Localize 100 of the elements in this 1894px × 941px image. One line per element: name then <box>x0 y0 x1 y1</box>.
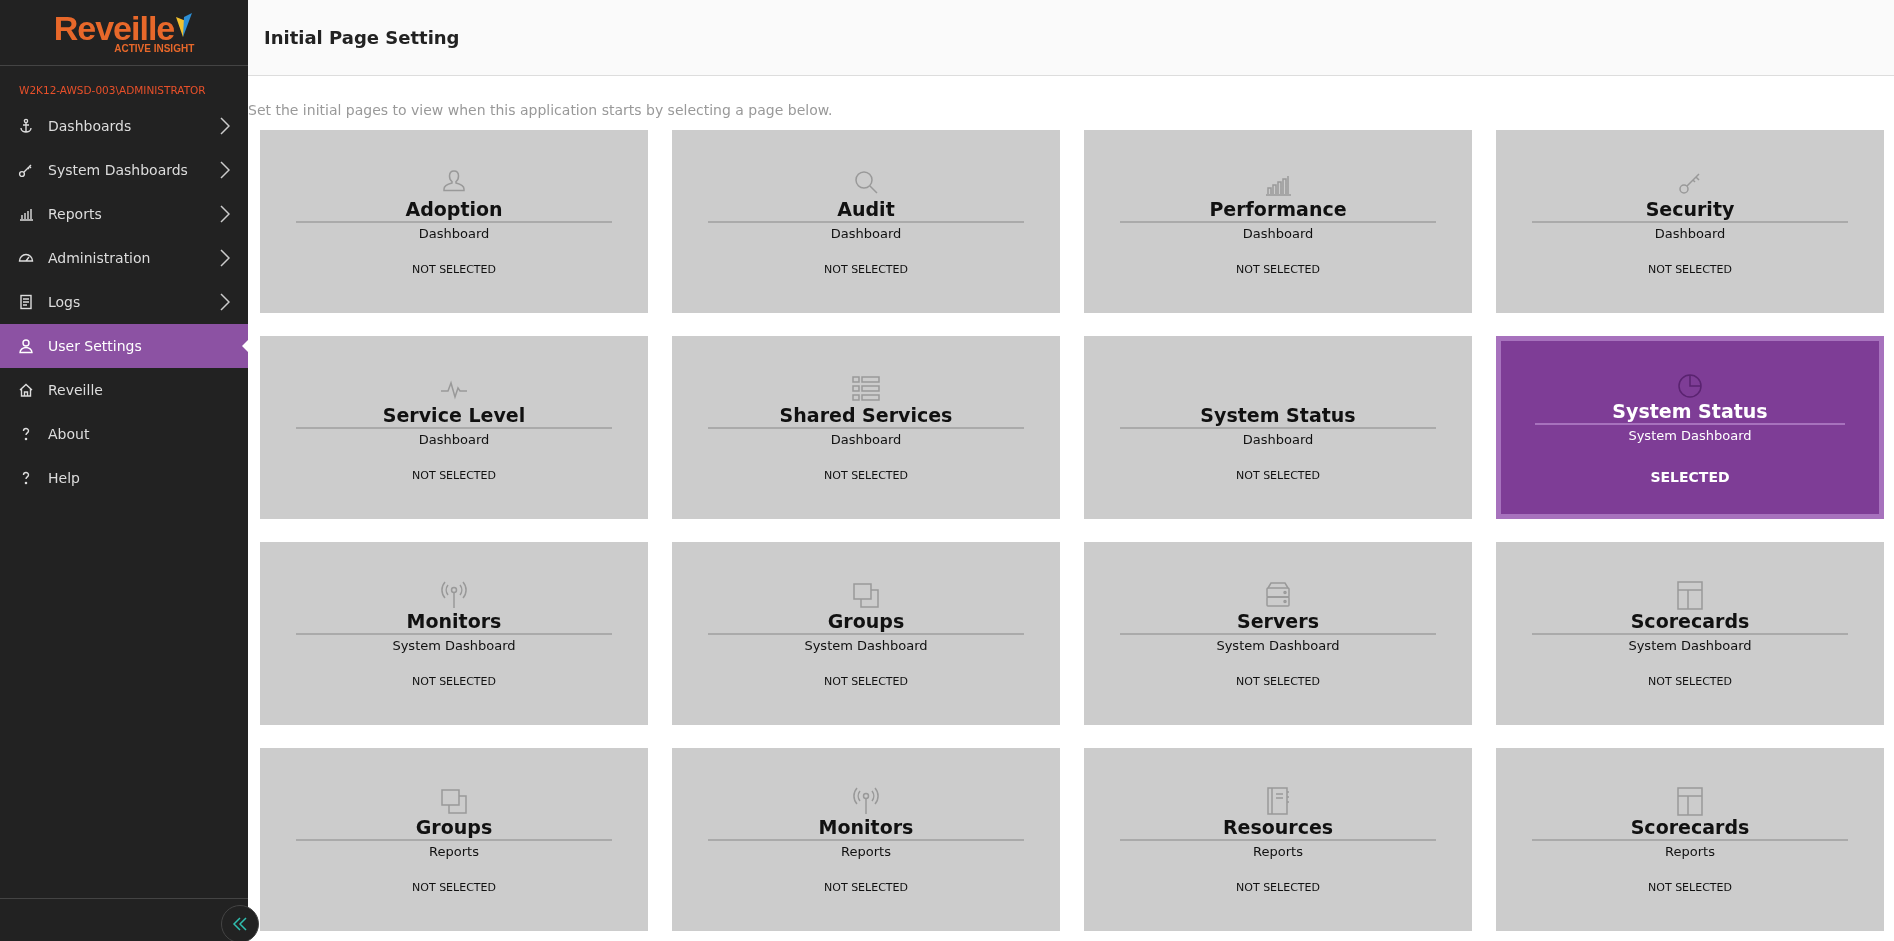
card-title: Groups <box>415 815 493 838</box>
description: Set the initial pages to view when this application starts by selecting a page below. <box>248 101 834 120</box>
card-title: Scorecards <box>1630 815 1750 838</box>
page-card[interactable]: Adoption Dashboard NOT SELECTED <box>260 130 648 313</box>
card-title: Performance <box>1209 197 1347 220</box>
card-title: Monitors <box>818 815 914 838</box>
scorecard-icon <box>1675 579 1705 610</box>
page-card[interactable]: Monitors Reports NOT SELECTED <box>672 748 1060 931</box>
key-icon <box>18 162 34 178</box>
card-title: System Status <box>1200 403 1356 426</box>
card-status: NOT SELECTED <box>824 262 908 276</box>
card-status: NOT SELECTED <box>824 880 908 894</box>
page-title: Initial Page Setting <box>264 27 460 48</box>
document-icon <box>18 294 34 310</box>
card-type: Dashboard <box>1242 225 1314 241</box>
home-icon <box>18 382 34 398</box>
nav-item[interactable]: About <box>0 412 248 456</box>
page-card[interactable]: System Status Dashboard NOT SELECTED <box>1084 336 1472 519</box>
nav-label: System Dashboards <box>48 162 189 178</box>
card-status: NOT SELECTED <box>412 468 496 482</box>
page-card[interactable]: Service Level Dashboard NOT SELECTED <box>260 336 648 519</box>
card-type: Dashboard <box>418 431 490 447</box>
scorecard-icon <box>1675 785 1705 816</box>
nav-item[interactable]: System Dashboards <box>0 148 248 192</box>
nav-item[interactable]: Logs <box>0 280 248 324</box>
card-type: System Dashboard <box>1628 637 1752 653</box>
page-card[interactable]: Groups Reports NOT SELECTED <box>260 748 648 931</box>
double-chevron-left-icon <box>232 916 248 932</box>
page-card[interactable]: Groups System Dashboard NOT SELECTED <box>672 542 1060 725</box>
card-title: Scorecards <box>1630 609 1750 632</box>
nav-label: User Settings <box>48 338 143 354</box>
card-title: Adoption <box>405 197 503 220</box>
brand-name: Reveille <box>53 11 175 45</box>
nav-label: About <box>48 426 91 442</box>
card-title: Resources <box>1222 815 1334 838</box>
nav-label: Administration <box>48 250 152 266</box>
anchor-icon <box>18 118 34 134</box>
nav-label: Reveille <box>48 382 104 398</box>
page-card[interactable]: Shared Services Dashboard NOT SELECTED <box>672 336 1060 519</box>
card-type: Dashboard <box>830 225 902 241</box>
card-title: System Status <box>1612 400 1768 422</box>
nav-item[interactable]: User Settings <box>0 324 248 368</box>
brand-tagline: ACTIVE INSIGHT <box>114 43 195 54</box>
card-type: System Dashboard <box>1628 428 1752 443</box>
card-title: Service Level <box>382 403 526 426</box>
antenna-icon <box>439 579 469 610</box>
page-card[interactable]: Scorecards System Dashboard NOT SELECTED <box>1496 542 1884 725</box>
collapse-button[interactable] <box>221 905 259 941</box>
card-status: NOT SELECTED <box>1648 880 1732 894</box>
card-type: System Dashboard <box>804 637 928 653</box>
card-type: Dashboard <box>830 431 902 447</box>
card-title: Groups <box>827 609 905 632</box>
card-type: Dashboard <box>1242 431 1314 447</box>
card-status: NOT SELECTED <box>1648 674 1732 688</box>
card-title: Audit <box>837 197 895 220</box>
nav-item[interactable]: Dashboards <box>0 104 248 148</box>
page-card[interactable]: Security Dashboard NOT SELECTED <box>1496 130 1884 313</box>
page-card[interactable]: Performance Dashboard NOT SELECTED <box>1084 130 1472 313</box>
antenna-icon <box>851 785 881 816</box>
user-icon <box>18 338 34 354</box>
card-status: NOT SELECTED <box>412 880 496 894</box>
card-status: NOT SELECTED <box>824 674 908 688</box>
page-card[interactable]: Servers System Dashboard NOT SELECTED <box>1084 542 1472 725</box>
card-type: Reports <box>1665 843 1715 859</box>
nav-item[interactable]: Reports <box>0 192 248 236</box>
card-status: NOT SELECTED <box>824 468 908 482</box>
nav-label: Dashboards <box>48 118 133 134</box>
nav-label: Reports <box>48 206 103 222</box>
card-type: Reports <box>1253 843 1303 859</box>
card-status: SELECTED <box>1650 469 1730 485</box>
card-status: NOT SELECTED <box>1236 468 1320 482</box>
card-type: Dashboard <box>418 225 490 241</box>
card-status: NOT SELECTED <box>1236 674 1320 688</box>
nav-item[interactable]: Help <box>0 456 248 500</box>
card-status: NOT SELECTED <box>1236 262 1320 276</box>
card-title: Servers <box>1237 609 1319 632</box>
card-title: Shared Services <box>779 403 953 426</box>
card-title: Security <box>1645 197 1735 220</box>
card-title: Monitors <box>406 609 502 632</box>
card-type: System Dashboard <box>1216 637 1340 653</box>
user-name: W2K12-AWSD-003\ADMINISTRATOR <box>18 83 207 98</box>
nav-label: Help <box>48 470 81 486</box>
card-type: Reports <box>429 843 479 859</box>
card-type: Reports <box>841 843 891 859</box>
page-card[interactable]: Scorecards Reports NOT SELECTED <box>1496 748 1884 931</box>
card-type: Dashboard <box>1654 225 1726 241</box>
bar-chart-icon <box>18 206 34 222</box>
nav-item[interactable]: Reveille <box>0 368 248 412</box>
card-status: NOT SELECTED <box>1648 262 1732 276</box>
server-icon <box>1263 579 1293 610</box>
card-type: System Dashboard <box>392 637 516 653</box>
page-card[interactable]: Resources Reports NOT SELECTED <box>1084 748 1472 931</box>
card-status: NOT SELECTED <box>412 262 496 276</box>
page-card[interactable]: Monitors System Dashboard NOT SELECTED <box>260 542 648 725</box>
nav-item[interactable]: Administration <box>0 236 248 280</box>
page-card[interactable]: Audit Dashboard NOT SELECTED <box>672 130 1060 313</box>
list-icon <box>851 373 881 404</box>
card-status: NOT SELECTED <box>412 674 496 688</box>
card-status: NOT SELECTED <box>1236 880 1320 894</box>
page-card[interactable]: System Status System Dashboard SELECTED <box>1496 336 1884 519</box>
